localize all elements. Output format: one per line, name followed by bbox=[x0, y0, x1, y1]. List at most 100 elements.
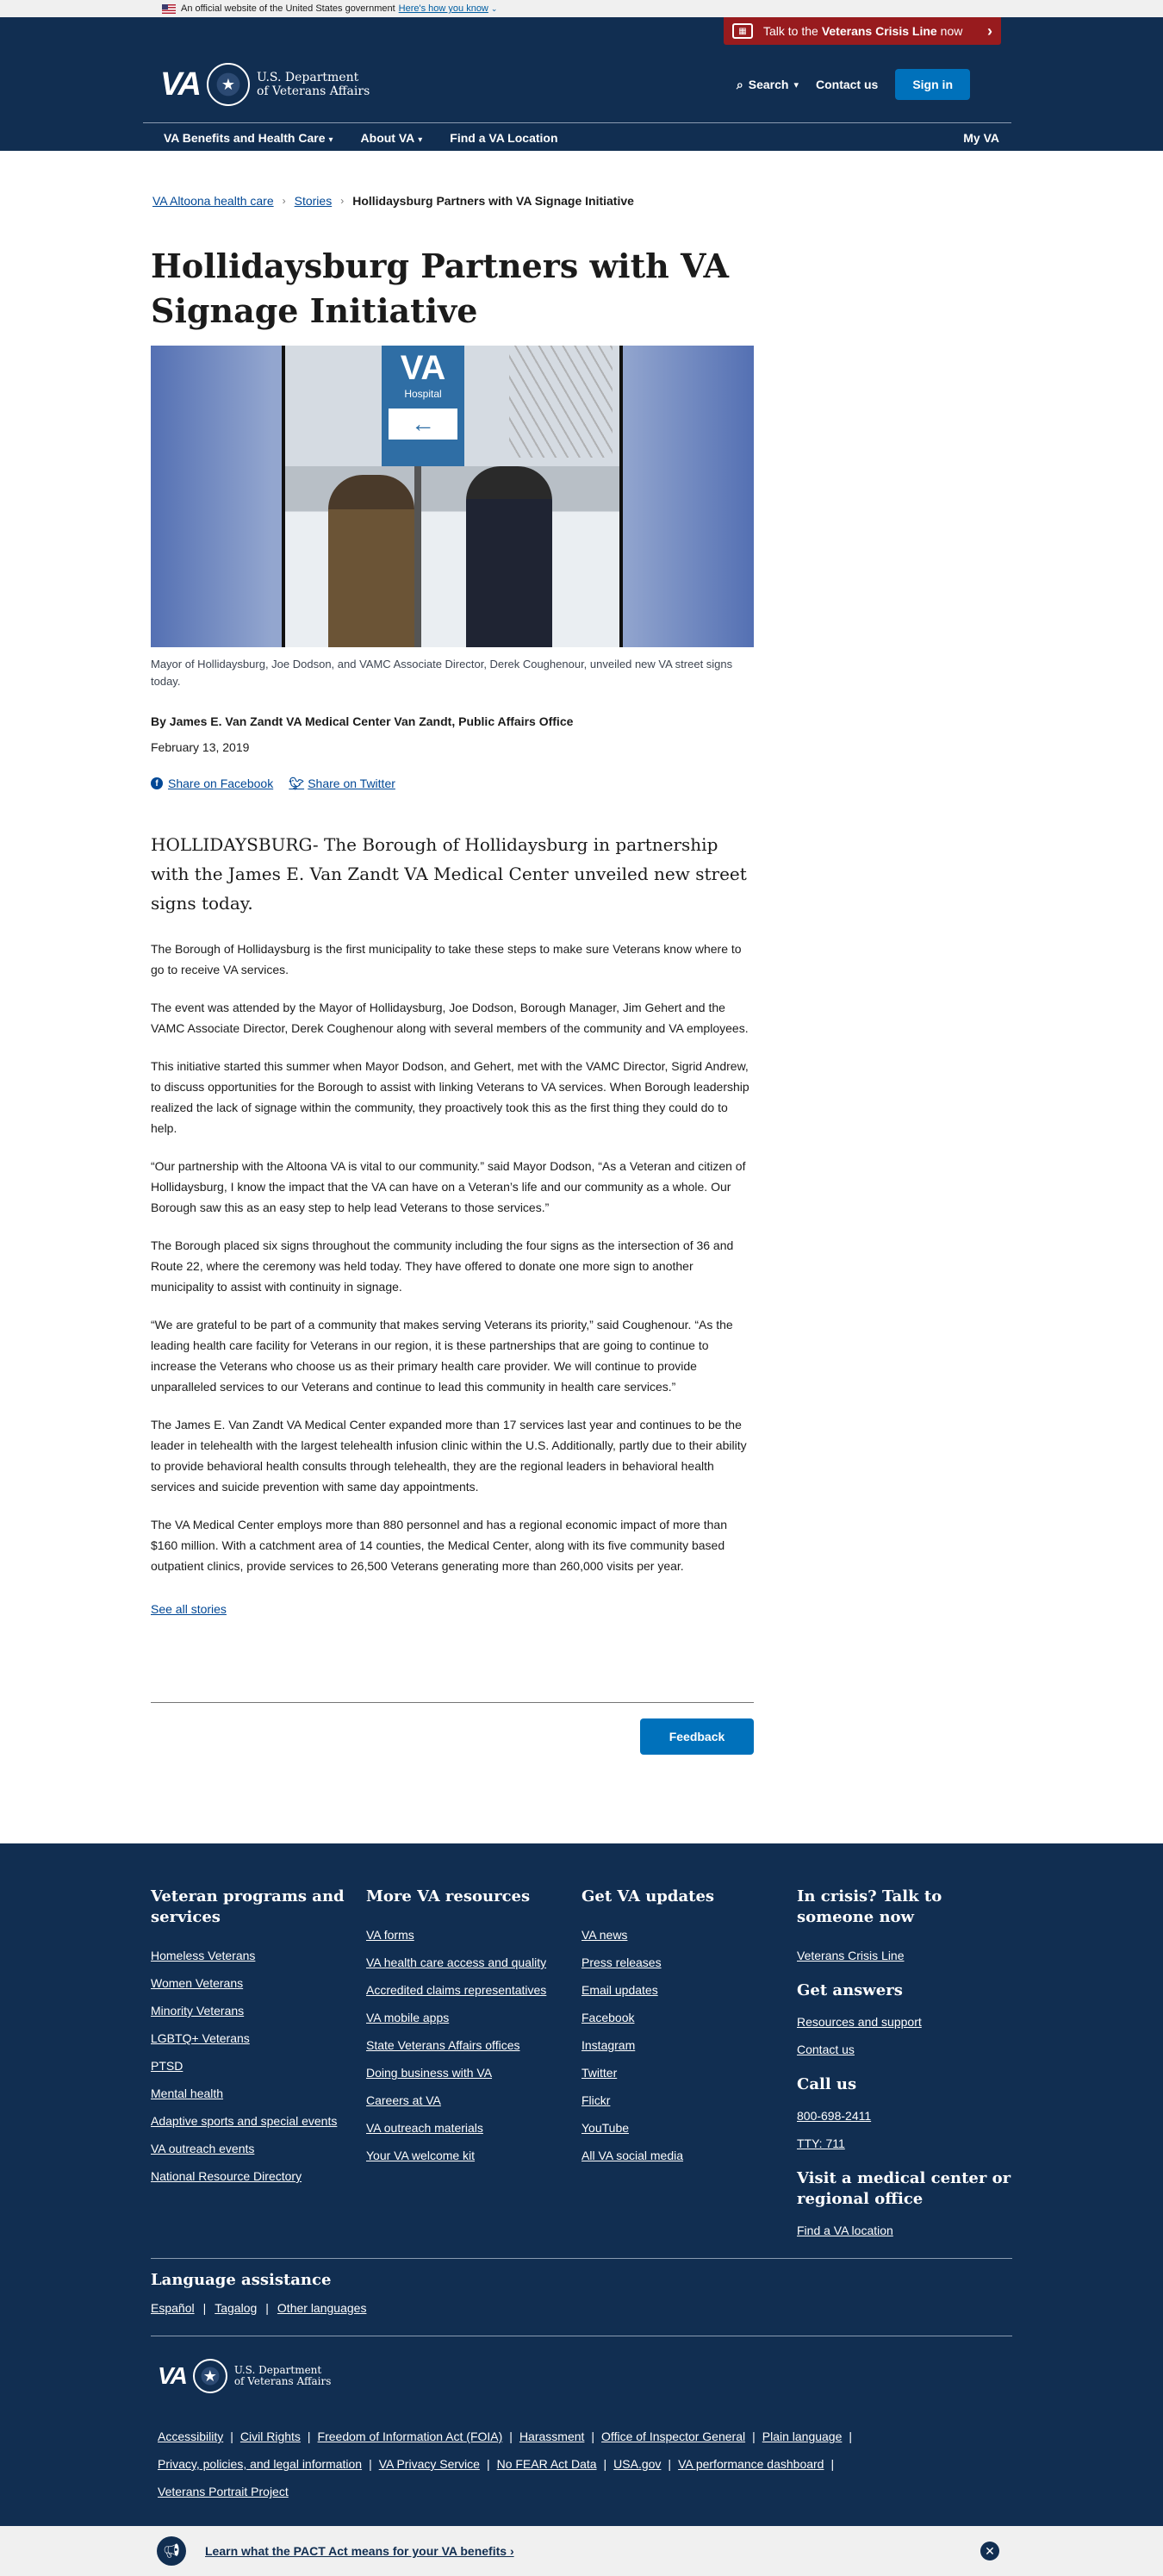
footer-link[interactable]: Contact us bbox=[797, 2043, 1012, 2057]
footer-link[interactable]: Accredited claims representatives bbox=[366, 1983, 582, 1998]
footer-link[interactable]: All VA social media bbox=[582, 2149, 797, 2163]
footer-link[interactable]: Flickr bbox=[582, 2093, 797, 2108]
footer-link[interactable]: Homeless Veterans bbox=[151, 1949, 366, 1963]
footer-link[interactable]: VA health care access and quality bbox=[366, 1955, 582, 1970]
photo-sign-sub: Hospital bbox=[404, 388, 442, 400]
contact-us-link[interactable]: Contact us bbox=[816, 78, 878, 91]
search-icon: ⌕ bbox=[736, 77, 743, 91]
body-paragraph: This initiative started this summer when… bbox=[151, 1059, 749, 1135]
footer-phone-link[interactable]: 800-698-2411 bbox=[797, 2109, 1012, 2124]
separator: | bbox=[603, 2457, 607, 2471]
footer-link[interactable]: Email updates bbox=[582, 1983, 797, 1998]
veterans-crisis-line-button[interactable]: ▦ Talk to the Veterans Crisis Line now › bbox=[724, 17, 1001, 45]
footer-link[interactable]: Your VA welcome kit bbox=[366, 2149, 582, 2163]
language-link-espanol[interactable]: Español bbox=[151, 2301, 195, 2315]
footer-col-resources: More VA resources VA forms VA health car… bbox=[366, 1887, 582, 2251]
twitter-icon: 🐦︎ bbox=[289, 776, 305, 790]
bottom-link[interactable]: Freedom of Information Act (FOIA) bbox=[318, 2429, 503, 2443]
pact-act-link[interactable]: Learn what the PACT Act means for your V… bbox=[205, 2544, 514, 2558]
separator: | bbox=[668, 2457, 672, 2471]
crisis-pre: Talk to the bbox=[763, 24, 818, 38]
footer-call-title: Call us bbox=[797, 2075, 857, 2093]
footer-link[interactable]: National Resource Directory bbox=[151, 2169, 366, 2184]
publish-date: February 13, 2019 bbox=[151, 740, 250, 754]
language-link-other[interactable]: Other languages bbox=[277, 2301, 367, 2315]
bottom-link[interactable]: Harassment bbox=[519, 2429, 584, 2443]
footer-col-programs: Veteran programs and services Homeless V… bbox=[151, 1887, 366, 2251]
footer-link[interactable]: Women Veterans bbox=[151, 1976, 366, 1991]
breadcrumb-current: Hollidaysburg Partners with VA Signage I… bbox=[352, 194, 634, 208]
footer-va-logo[interactable]: VA ★ U.S. Department of Veterans Affairs bbox=[158, 2359, 331, 2393]
body-paragraph: The Borough placed six signs throughout … bbox=[151, 1238, 734, 1294]
footer-col-updates: Get VA updates VA news Press releases Em… bbox=[582, 1887, 797, 2251]
va-logo-link[interactable]: VA ★ U.S. Department of Veterans Affairs bbox=[160, 63, 370, 106]
bottom-link[interactable]: VA performance dashboard bbox=[678, 2457, 824, 2471]
share-facebook-link[interactable]: f Share on Facebook bbox=[151, 777, 273, 790]
footer-visit-title: Visit a medical center or regional offic… bbox=[797, 2169, 1011, 2208]
facebook-icon: f bbox=[151, 777, 163, 789]
breadcrumb-stories[interactable]: Stories bbox=[295, 194, 333, 208]
crisis-line-icon: ▦ bbox=[732, 23, 753, 39]
close-icon[interactable]: ✕ bbox=[980, 2542, 999, 2560]
bottom-link[interactable]: No FEAR Act Data bbox=[497, 2457, 597, 2471]
body-paragraph: The VA Medical Center employs more than … bbox=[151, 1518, 727, 1573]
footer-link[interactable]: Twitter bbox=[582, 2066, 797, 2080]
bottom-link[interactable]: Veterans Portrait Project bbox=[158, 2485, 289, 2498]
footer-link[interactable]: Resources and support bbox=[797, 2015, 1012, 2030]
breadcrumb-separator-icon: › bbox=[340, 195, 345, 207]
sign-in-button[interactable]: Sign in bbox=[895, 69, 970, 100]
department-name: U.S. Department of Veterans Affairs bbox=[257, 71, 370, 98]
bottom-link[interactable]: Plain language bbox=[762, 2429, 843, 2443]
breadcrumb-altoona[interactable]: VA Altoona health care bbox=[152, 194, 274, 208]
footer-link[interactable]: PTSD bbox=[151, 2059, 366, 2074]
photo-va-sign: VA Hospital ← bbox=[382, 346, 464, 466]
photo-pole bbox=[414, 466, 421, 647]
nav-benefits[interactable]: VA Benefits and Health Care ▾ bbox=[164, 131, 333, 145]
bottom-link[interactable]: USA.gov bbox=[613, 2457, 661, 2471]
footer-link[interactable]: VA mobile apps bbox=[366, 2011, 582, 2025]
footer-link[interactable]: LGBTQ+ Veterans bbox=[151, 2031, 366, 2046]
footer-link[interactable]: YouTube bbox=[582, 2121, 797, 2136]
footer-link[interactable]: VA outreach materials bbox=[366, 2121, 582, 2136]
footer-link[interactable]: Minority Veterans bbox=[151, 2004, 366, 2018]
share-twitter-link[interactable]: 🐦︎ Share on Twitter bbox=[289, 776, 395, 791]
footer-link[interactable]: Doing business with VA bbox=[366, 2066, 582, 2080]
separator: | bbox=[265, 2301, 269, 2315]
footer-link[interactable]: VA forms bbox=[366, 1928, 582, 1943]
footer-answers-title: Get answers bbox=[797, 1981, 903, 1999]
see-all-stories-link[interactable]: See all stories bbox=[151, 1602, 754, 1616]
heres-how-you-know-link[interactable]: Here's how you know bbox=[399, 3, 488, 14]
nav-my-va[interactable]: My VA bbox=[963, 131, 999, 145]
footer-link[interactable]: Facebook bbox=[582, 2011, 797, 2025]
footer-col-title: More VA resources bbox=[366, 1887, 531, 1905]
bottom-link[interactable]: Civil Rights bbox=[240, 2429, 301, 2443]
footer-link[interactable]: Press releases bbox=[582, 1955, 797, 1970]
body-paragraph: “We are grateful to be part of a communi… bbox=[151, 1318, 733, 1394]
nav-about-label: About VA bbox=[360, 131, 415, 145]
crisis-post: now bbox=[940, 24, 963, 38]
footer-bottom-links: Accessibility | Civil Rights | Freedom of In… bbox=[158, 2423, 933, 2505]
footer-find-location-link[interactable]: Find a VA location bbox=[797, 2224, 1012, 2238]
bottom-link[interactable]: Accessibility bbox=[158, 2429, 223, 2443]
language-title: Language assistance bbox=[151, 2271, 332, 2289]
footer-link[interactable]: State Veterans Affairs offices bbox=[366, 2038, 582, 2053]
footer-link[interactable]: Careers at VA bbox=[366, 2093, 582, 2108]
language-link-tagalog[interactable]: Tagalog bbox=[215, 2301, 257, 2315]
footer-tty-link[interactable]: TTY: 711 bbox=[797, 2136, 1012, 2151]
footer-link[interactable]: VA outreach events bbox=[151, 2142, 366, 2156]
footer-link[interactable]: Adaptive sports and special events bbox=[151, 2114, 366, 2129]
bottom-link[interactable]: Privacy, policies, and legal information bbox=[158, 2457, 362, 2471]
va-logo-mark: VA bbox=[158, 2362, 188, 2389]
page-title: Hollidaysburg Partners with VA Signage I… bbox=[151, 246, 730, 330]
nav-find-location[interactable]: Find a VA Location bbox=[450, 131, 557, 145]
bottom-link[interactable]: Office of Inspector General bbox=[601, 2429, 745, 2443]
chevron-down-icon: ▾ bbox=[793, 79, 799, 90]
footer-link[interactable]: Instagram bbox=[582, 2038, 797, 2053]
footer-crisis-link[interactable]: Veterans Crisis Line bbox=[797, 1949, 1012, 1963]
search-button[interactable]: ⌕ Search ▾ bbox=[737, 78, 799, 92]
footer-link[interactable]: VA news bbox=[582, 1928, 797, 1943]
footer-link[interactable]: Mental health bbox=[151, 2086, 366, 2101]
bottom-link[interactable]: VA Privacy Service bbox=[379, 2457, 480, 2471]
nav-about[interactable]: About VA ▾ bbox=[361, 131, 423, 145]
feedback-button[interactable]: Feedback bbox=[640, 1718, 754, 1755]
